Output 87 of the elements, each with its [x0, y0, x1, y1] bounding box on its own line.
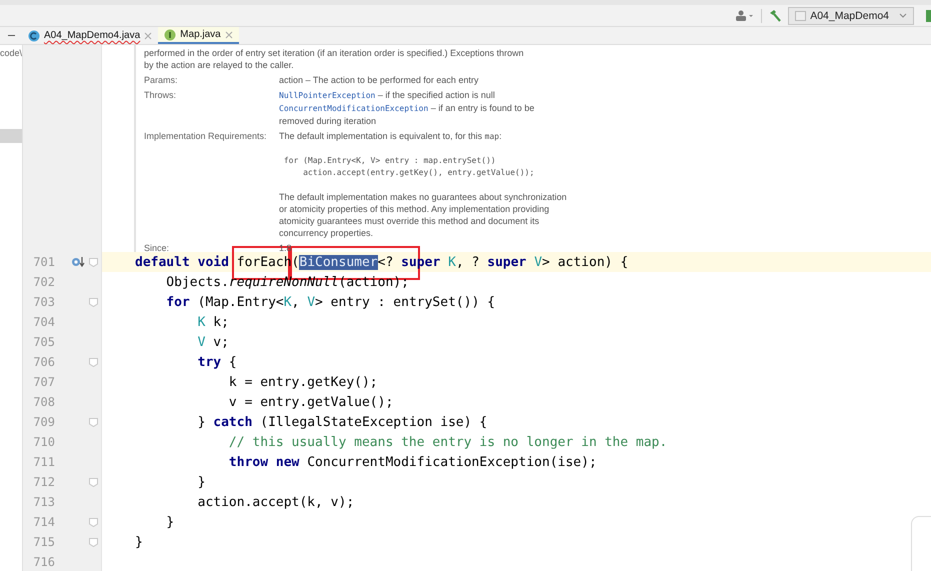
line-number: 711: [32, 455, 55, 469]
line-number: 703: [32, 295, 55, 309]
line-number: 701: [32, 255, 55, 269]
doc-text: The default implementation is equivalent to, for this map:: [279, 130, 503, 143]
code-text: <?: [378, 254, 394, 270]
type-name: K: [448, 254, 456, 270]
code-text: , ?: [456, 254, 480, 270]
run-config-dropdown[interactable]: A04_MapDemo4: [788, 6, 914, 24]
class-icon: [28, 30, 40, 42]
fold-icon[interactable]: [88, 518, 98, 526]
line-number: 716: [32, 555, 55, 569]
doc-text: performed in the order of entry set iteration (if an iteration order is specified.) Exceptions thrown: [144, 47, 525, 59]
editor-tab[interactable]: A04_MapDemo4.java: [22, 27, 158, 44]
fold-icon[interactable]: [88, 298, 98, 306]
code-text: action.accept(k, v);: [196, 494, 354, 510]
fold-icon[interactable]: [88, 538, 98, 546]
fold-icon[interactable]: [88, 358, 98, 366]
code-text: Objects.: [165, 274, 229, 290]
doc-label: Implementation Requirements:: [144, 130, 268, 143]
line-number: 714: [32, 515, 55, 529]
type-name: V: [196, 334, 206, 350]
keyword: try: [196, 354, 222, 370]
editor-tab[interactable]: Map.java: [158, 27, 239, 44]
fold-icon[interactable]: [88, 478, 98, 486]
exception-link[interactable]: ConcurrentModificationException: [279, 104, 428, 113]
type-name: V: [307, 294, 316, 310]
line-number: 706: [32, 355, 55, 369]
selected-text: BiConsumer: [299, 254, 378, 270]
code-text: v = entry.getValue();: [228, 394, 394, 410]
window-icon: [795, 10, 806, 20]
code-text: k = entry.getKey();: [228, 374, 378, 390]
override-icon[interactable]: [71, 256, 85, 268]
code-text: > action) {: [542, 254, 628, 270]
doc-code: action.accept(entry.getKey(), entry.getValue());: [302, 167, 536, 179]
doc-label: Throws:: [144, 89, 178, 102]
doc-text: action – The action to be performed for each entry: [279, 74, 480, 86]
code-text: k;: [212, 314, 229, 330]
doc-code: for (Map.Entry<K, V> entry : map.entrySet()): [282, 155, 497, 167]
hammer-icon[interactable]: [768, 8, 782, 22]
code-text: }: [196, 474, 206, 490]
code-text: ,: [292, 294, 300, 310]
code-text: (Map.Entry<: [198, 294, 284, 310]
doc-text: The default implementation makes no guarantees about synchronization or atomicity properties of this method. Any implementation providing atomicity guarantees must override this method and document its concurrency properties.: [279, 191, 568, 239]
keyword: for: [165, 294, 191, 310]
doc-text: ConcurrentModificationException – if an entry is found to be removed during iteration: [279, 103, 534, 126]
code-text: ConcurrentModificationException(ise);: [307, 454, 597, 470]
keyword: throw new: [228, 454, 300, 470]
line-number: 709: [32, 415, 55, 429]
type-name: V: [534, 254, 542, 270]
code-text: }: [196, 414, 206, 430]
line-number: 712: [32, 475, 55, 489]
code-comment: // this usually means the entry is no longer in the map.: [228, 434, 668, 450]
caret-icon: [899, 12, 907, 18]
exception-link[interactable]: NullPointerException: [279, 91, 376, 100]
doc-text: by the action are relayed to the caller.: [144, 59, 295, 71]
minimize-icon[interactable]: [8, 35, 14, 36]
code-text: }: [135, 534, 143, 550]
doc-text: NullPointerException – if the specified action is null: [279, 90, 495, 100]
code-text: }: [165, 514, 174, 530]
keyword: catch: [213, 414, 254, 430]
keyword: default void: [135, 254, 230, 270]
line-number: 713: [32, 495, 55, 509]
code-text: (IllegalStateException ise) {: [260, 414, 488, 430]
line-number: 704: [32, 315, 55, 329]
line-number: 705: [32, 335, 55, 349]
close-icon[interactable]: [224, 30, 233, 38]
run-icon[interactable]: [926, 10, 931, 22]
fold-icon[interactable]: [88, 418, 98, 426]
line-number: 710: [32, 435, 55, 449]
type-name: K: [284, 294, 292, 310]
fold-icon[interactable]: [88, 258, 98, 266]
keyword: super: [487, 254, 528, 270]
close-icon[interactable]: [144, 32, 152, 40]
line-number: 702: [32, 275, 55, 289]
code-text: > entry : entrySet()) {: [315, 294, 496, 310]
project-item[interactable]: code\: [0, 48, 22, 58]
doc-label: Since:: [144, 242, 170, 254]
line-number: 708: [32, 395, 55, 409]
doc-label: Params:: [144, 74, 179, 86]
code-text: v;: [212, 334, 229, 350]
line-number: 707: [32, 375, 55, 389]
type-name: K: [196, 314, 206, 330]
selected-row[interactable]: [0, 129, 22, 143]
line-number: 715: [32, 535, 55, 549]
code-text: {: [228, 354, 237, 370]
interface-icon: [164, 28, 176, 40]
user-icon[interactable]: [735, 10, 756, 22]
